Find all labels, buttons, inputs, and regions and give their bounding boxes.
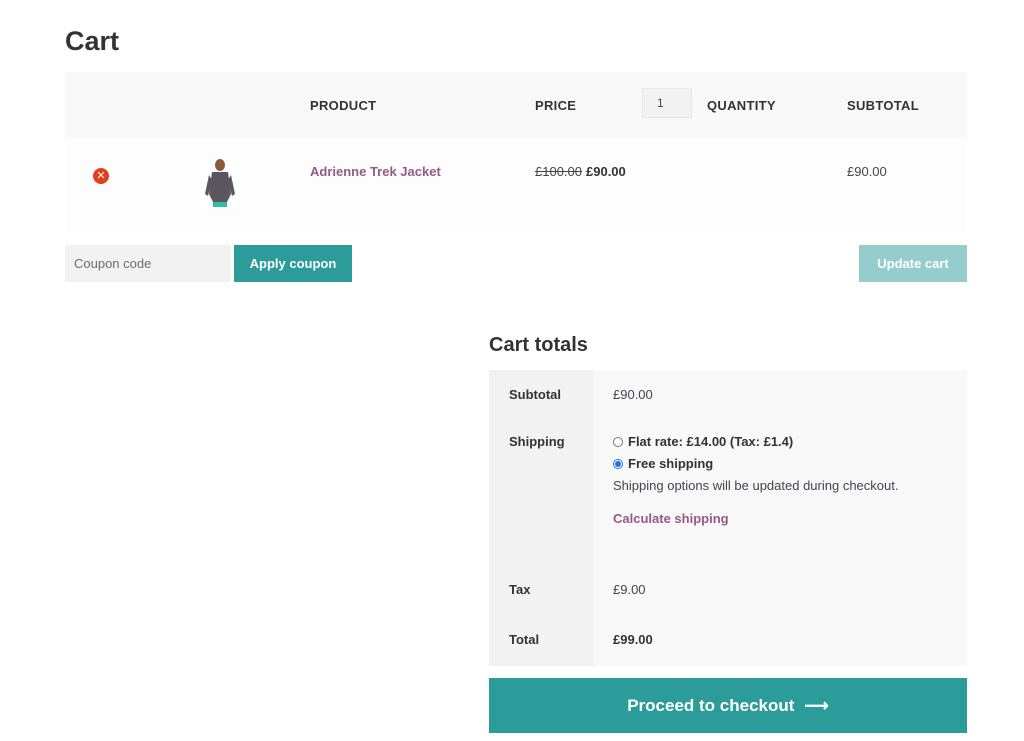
- shipping-label: Shipping: [489, 418, 594, 566]
- regular-price: £100.00: [535, 164, 582, 179]
- quantity-input[interactable]: [642, 88, 692, 118]
- calculate-shipping-link[interactable]: Calculate shipping: [613, 511, 729, 526]
- total-label: Total: [489, 616, 594, 666]
- arrow-right-icon: ⟶: [804, 695, 829, 715]
- line-subtotal: £90.00: [847, 164, 887, 179]
- column-header-subtotal: SUBTOTAL: [847, 98, 919, 113]
- remove-item-icon[interactable]: ✕: [93, 168, 109, 184]
- product-thumbnail[interactable]: [200, 158, 240, 210]
- totals-row-tax: Tax £9.00: [489, 566, 967, 616]
- cart-table: PRODUCT PRICE QUANTITY SUBTOTAL ✕ Adrien…: [65, 72, 967, 232]
- cart-totals-title: Cart totals: [489, 334, 588, 356]
- free-shipping-label[interactable]: Free shipping: [628, 456, 713, 471]
- product-name-link[interactable]: Adrienne Trek Jacket: [310, 164, 441, 179]
- totals-row-shipping: Shipping Flat rate: £14.00 (Tax: £1.4) F…: [489, 418, 967, 566]
- totals-row-total: Total £99.00: [489, 616, 967, 666]
- totals-row-subtotal: Subtotal £90.00: [489, 370, 967, 418]
- column-header-product: PRODUCT: [310, 98, 377, 113]
- shipping-option-flat-rate[interactable]: Flat rate: £14.00 (Tax: £1.4): [613, 434, 967, 449]
- total-value: £99.00: [594, 616, 967, 666]
- shipping-option-free[interactable]: Free shipping: [613, 456, 967, 471]
- shipping-note: Shipping options will be updated during …: [613, 478, 899, 493]
- subtotal-value: £90.00: [594, 370, 967, 418]
- column-header-quantity: QUANTITY: [707, 98, 776, 113]
- flat-rate-radio[interactable]: [613, 436, 623, 447]
- checkout-label: Proceed to checkout: [627, 695, 795, 715]
- tax-value: £9.00: [594, 566, 967, 616]
- product-price: £100.00 £90.00: [535, 164, 626, 179]
- table-row: ✕ Adrienne Trek Jacket £100.00 £90.00 £90…: [65, 138, 967, 232]
- proceed-to-checkout-button[interactable]: Proceed to checkout ⟶: [489, 678, 967, 733]
- page-title: Cart: [65, 26, 120, 56]
- shipping-options: Flat rate: £14.00 (Tax: £1.4) Free shipp…: [594, 418, 967, 566]
- subtotal-label: Subtotal: [489, 370, 594, 418]
- tax-label: Tax: [489, 566, 594, 616]
- column-header-price: PRICE: [535, 98, 577, 113]
- update-cart-button[interactable]: Update cart: [859, 245, 967, 282]
- flat-rate-label[interactable]: Flat rate: £14.00 (Tax: £1.4): [628, 434, 793, 449]
- apply-coupon-button[interactable]: Apply coupon: [234, 245, 352, 282]
- coupon-code-input[interactable]: [65, 245, 231, 282]
- free-shipping-radio[interactable]: [613, 458, 623, 469]
- sale-price: £90.00: [586, 164, 626, 179]
- cart-table-header: PRODUCT PRICE QUANTITY SUBTOTAL: [65, 72, 967, 138]
- cart-totals-table: Subtotal £90.00 Shipping Flat rate: £14.…: [489, 370, 967, 666]
